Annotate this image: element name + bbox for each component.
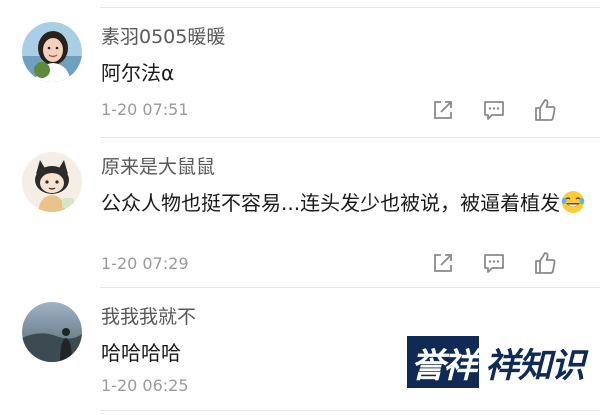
comment-icon[interactable] — [481, 250, 507, 276]
divider — [100, 410, 600, 411]
comment-username[interactable]: 原来是大鼠鼠 — [101, 152, 215, 179]
avatar[interactable] — [22, 22, 82, 82]
comment-item: 原来是大鼠鼠 公众人物也挺不容易...连头发少也被说，被逼着植发 1-20 07… — [0, 138, 600, 288]
share-icon[interactable] — [430, 97, 456, 123]
comment-text-content: 公众人物也挺不容易...连头发少也被说，被逼着植发 — [101, 191, 561, 215]
comment-timestamp: 1-20 07:51 — [101, 100, 189, 119]
thumbs-up-icon[interactable] — [532, 250, 558, 276]
thumbs-up-icon[interactable] — [532, 97, 558, 123]
avatar[interactable] — [22, 302, 82, 362]
share-icon[interactable] — [430, 250, 456, 276]
comment-actions — [430, 97, 580, 123]
comment-actions — [430, 250, 580, 276]
comment-text: 阿尔法α — [101, 61, 175, 85]
comment-icon[interactable] — [481, 97, 507, 123]
comment-username[interactable]: 素羽0505暖暖 — [101, 22, 225, 49]
watermark-box: 誉祥 — [407, 336, 479, 388]
comment-timestamp: 1-20 06:25 — [101, 376, 189, 395]
comment-username[interactable]: 我我我就不 — [101, 302, 196, 329]
laughing-with-tears-emoji — [561, 191, 585, 213]
comment-item: 素羽0505暖暖 阿尔法α 1-20 07:51 — [0, 8, 600, 138]
comment-text: 公众人物也挺不容易...连头发少也被说，被逼着植发 — [101, 186, 591, 220]
comment-list: 素羽0505暖暖 阿尔法α 1-20 07:51 原来是大鼠鼠 公众人物也挺不容… — [0, 0, 600, 415]
avatar[interactable] — [22, 152, 82, 212]
watermark-logo: 誉祥 祥知识 — [407, 336, 585, 388]
comment-timestamp: 1-20 07:29 — [101, 254, 189, 273]
watermark-text: 祥知识 — [485, 345, 585, 386]
